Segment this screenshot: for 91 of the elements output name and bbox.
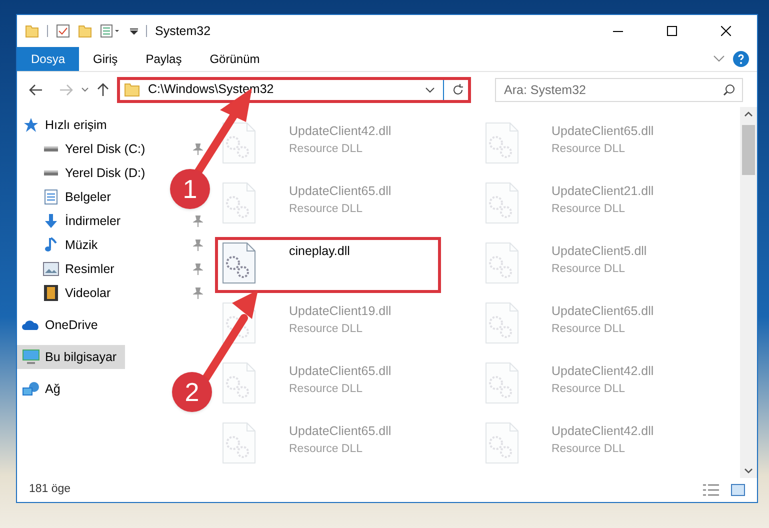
down-arrow-icon [43, 213, 59, 229]
file-type: Resource DLL [289, 442, 364, 457]
file-name: cineplay.dll [289, 243, 350, 260]
scroll-down-icon[interactable] [744, 468, 753, 474]
file-name: UpdateClient21.dll [552, 183, 654, 200]
scroll-up-icon[interactable] [744, 111, 753, 117]
refresh-icon[interactable] [452, 84, 464, 96]
file-name: UpdateClient65.dll [552, 303, 654, 320]
address-text: C:\Windows\System32 [148, 81, 275, 98]
gear-file-icon [484, 302, 518, 344]
file-name: UpdateClient5.dll [552, 243, 647, 260]
window-title: System32 [155, 22, 211, 40]
star-icon [23, 117, 39, 133]
maximize-icon [667, 26, 677, 36]
nav-item[interactable]: OneDrive [17, 313, 106, 337]
file-type: Resource DLL [552, 322, 626, 337]
properties-icon[interactable] [100, 24, 122, 38]
computer-icon [22, 349, 40, 365]
dropdown-icon[interactable] [130, 26, 138, 36]
pin-icon[interactable] [193, 263, 203, 275]
nav-item[interactable]: Hızlı erişim [17, 113, 115, 137]
file-name: UpdateClient42.dll [552, 423, 654, 440]
gear-file-icon [222, 122, 256, 164]
chevron-down-icon[interactable] [425, 86, 435, 92]
checklist-icon[interactable] [56, 24, 70, 38]
file-type: Resource DLL [289, 322, 364, 337]
minimize-icon [613, 30, 623, 32]
file-type: Resource DLL [552, 142, 626, 157]
nav-item[interactable]: Müzik [37, 233, 106, 257]
nav-item[interactable]: Videolar [37, 281, 119, 305]
file-name: UpdateClient65.dll [289, 363, 392, 380]
file-type: Resource DLL [552, 442, 626, 457]
nav-item[interactable]: Yerel Disk (C:) [37, 137, 154, 161]
file-type: Resource DLL [552, 202, 626, 217]
search-icon [723, 84, 735, 96]
file-name: UpdateClient42.dll [289, 123, 392, 140]
help-icon[interactable] [733, 51, 749, 67]
file-name: UpdateClient19.dll [289, 303, 392, 320]
gear-file-icon [222, 242, 256, 284]
folder-icon [124, 82, 140, 96]
search-field[interactable]: Ara: System32 [495, 78, 743, 102]
gear-file-icon [222, 182, 256, 224]
picture-icon [43, 262, 59, 276]
details-view-icon[interactable] [703, 484, 719, 496]
file-type: Resource DLL [289, 202, 364, 217]
file-item[interactable]: cineplay.dll [215, 237, 441, 293]
nav-item[interactable]: Bu bilgisayar [17, 345, 125, 369]
file-name: UpdateClient42.dll [552, 363, 654, 380]
nav-item[interactable]: Ağ [17, 377, 68, 401]
scroll-thumb[interactable] [742, 125, 755, 175]
drive-icon [43, 170, 59, 176]
back-arrow-icon[interactable] [29, 84, 43, 96]
nav-item[interactable]: İndirmeler [37, 209, 129, 233]
file-name: UpdateClient65.dll [289, 183, 392, 200]
scrollbar[interactable] [740, 107, 757, 478]
up-arrow-icon[interactable] [97, 82, 109, 96]
gear-file-icon [484, 122, 518, 164]
drive-icon [43, 146, 59, 152]
music-note-icon [44, 237, 58, 253]
gear-file-icon [222, 422, 256, 464]
nav-item[interactable]: Yerel Disk (D:) [37, 161, 154, 185]
document-icon [44, 189, 58, 205]
file-type: Resource DLL [552, 262, 626, 277]
gear-file-icon [484, 362, 518, 404]
thumbnail-view-icon[interactable] [731, 484, 745, 496]
file-type: Resource DLL [289, 142, 364, 157]
file-name: UpdateClient65.dll [289, 423, 392, 440]
gear-file-icon [484, 182, 518, 224]
ribbon-tab[interactable]: Paylaş [132, 47, 196, 71]
address-bar[interactable]: C:\Windows\System32 [117, 76, 471, 102]
file-type: Resource DLL [552, 382, 626, 397]
ribbon-tab[interactable]: Görünüm [196, 47, 274, 71]
pin-icon[interactable] [193, 215, 203, 227]
film-icon [44, 285, 58, 301]
close-icon [721, 26, 731, 36]
network-icon [22, 381, 40, 397]
ribbon-tab[interactable]: Giriş [79, 47, 132, 71]
pin-icon[interactable] [193, 143, 203, 155]
gear-file-icon [222, 362, 256, 404]
cloud-icon [22, 319, 40, 331]
chevron-down-icon[interactable] [81, 86, 89, 92]
nav-item[interactable]: Belgeler [37, 185, 119, 209]
file-type: Resource DLL [289, 382, 364, 397]
file-name: UpdateClient65.dll [552, 123, 654, 140]
ribbon-tab[interactable]: Dosya [17, 47, 80, 71]
pin-icon[interactable] [193, 239, 203, 251]
gear-file-icon [484, 242, 518, 284]
item-count: 181 öge [29, 482, 71, 498]
pin-icon[interactable] [193, 287, 203, 299]
gear-file-icon [484, 422, 518, 464]
nav-item[interactable]: Resimler [37, 257, 122, 281]
